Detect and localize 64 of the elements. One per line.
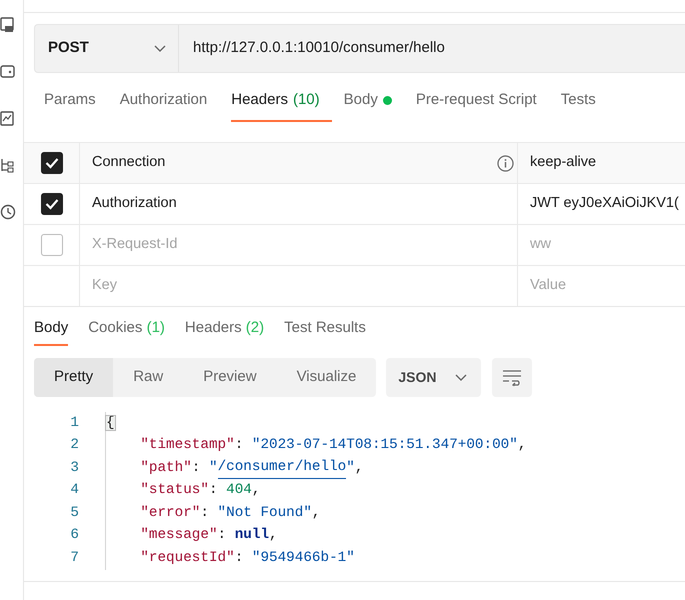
header-value[interactable]: keep-alive xyxy=(530,152,596,174)
line-number: 4 xyxy=(69,481,79,500)
checkbox[interactable] xyxy=(40,152,62,174)
json-key: "error" xyxy=(140,502,200,524)
request-icon[interactable] xyxy=(0,16,16,33)
chart-icon[interactable] xyxy=(0,110,16,127)
history-icon[interactable] xyxy=(0,204,16,221)
json-link[interactable]: /consumer/hello xyxy=(218,457,346,480)
request-tab[interactable]: Pre-request Script xyxy=(416,84,549,122)
checkbox[interactable] xyxy=(40,193,62,215)
view-mode-tab[interactable]: Pretty xyxy=(34,358,114,397)
format-dropdown[interactable]: JSON xyxy=(386,358,482,397)
json-punctuation: : xyxy=(218,526,228,546)
json-key: "path" xyxy=(140,458,192,479)
caret-icon xyxy=(455,374,468,382)
json-key: "status" xyxy=(140,480,209,502)
json-punctuation: , xyxy=(252,481,260,500)
request-tab[interactable]: Params xyxy=(44,84,108,122)
json-string: "2023-07-14T08:15:51.347+00:00" xyxy=(252,436,518,456)
line-number: 5 xyxy=(69,504,79,523)
line-number: 2 xyxy=(69,436,79,456)
wrap-lines-button[interactable] xyxy=(492,358,532,397)
header-key[interactable]: Connection xyxy=(92,152,166,174)
json-punctuation: , xyxy=(518,436,526,456)
json-punctuation: : xyxy=(234,548,244,568)
check-icon xyxy=(44,157,58,169)
json-punctuation: , xyxy=(269,526,278,546)
request-tab[interactable]: Authorization xyxy=(120,84,220,122)
line-number: 7 xyxy=(69,548,79,568)
view-mode-tab[interactable]: Raw xyxy=(113,358,184,397)
header-value[interactable]: JWT eyJ0eXAiOiJKV1( xyxy=(530,193,679,215)
response-tab[interactable]: Headers (2) xyxy=(184,317,264,346)
request-tab[interactable]: Tests xyxy=(560,84,608,122)
json-key: "timestamp" xyxy=(140,435,235,456)
json-punctuation: , xyxy=(312,504,321,523)
response-tab[interactable]: Cookies (1) xyxy=(88,317,165,346)
json-string: "9549466b-1" xyxy=(252,548,355,568)
json-string: "Not Found" xyxy=(218,504,312,523)
json-punctuation: : xyxy=(200,504,210,523)
checkbox[interactable] xyxy=(40,234,62,256)
json-string: " xyxy=(346,458,355,478)
flow-icon[interactable] xyxy=(0,157,16,174)
line-number: 1 xyxy=(69,414,79,433)
response-tab[interactable]: Test Results xyxy=(284,317,366,346)
request-tab[interactable]: Body xyxy=(344,84,404,122)
json-number: 404 xyxy=(226,481,252,500)
json-string: " xyxy=(208,458,218,478)
wallet-icon[interactable] xyxy=(0,63,16,80)
line-number: 6 xyxy=(69,526,79,546)
json-key: "requestId" xyxy=(140,548,235,569)
json-punctuation: : xyxy=(192,458,202,478)
json-key: "message" xyxy=(140,525,218,546)
wrap-icon xyxy=(502,369,522,386)
json-null: null xyxy=(234,526,270,546)
json-punctuation: : xyxy=(234,436,244,456)
json-punctuation: , xyxy=(354,458,364,478)
view-mode-tab[interactable]: Preview xyxy=(183,358,277,397)
line-number: 3 xyxy=(69,458,79,478)
check-icon xyxy=(44,198,58,210)
view-mode-tab[interactable]: Visualize xyxy=(276,358,376,397)
header-key[interactable]: Authorization xyxy=(92,193,177,215)
response-tab[interactable]: Body xyxy=(34,317,68,346)
request-tab[interactable]: Headers (10) xyxy=(231,84,332,122)
json-punctuation: : xyxy=(208,481,219,500)
